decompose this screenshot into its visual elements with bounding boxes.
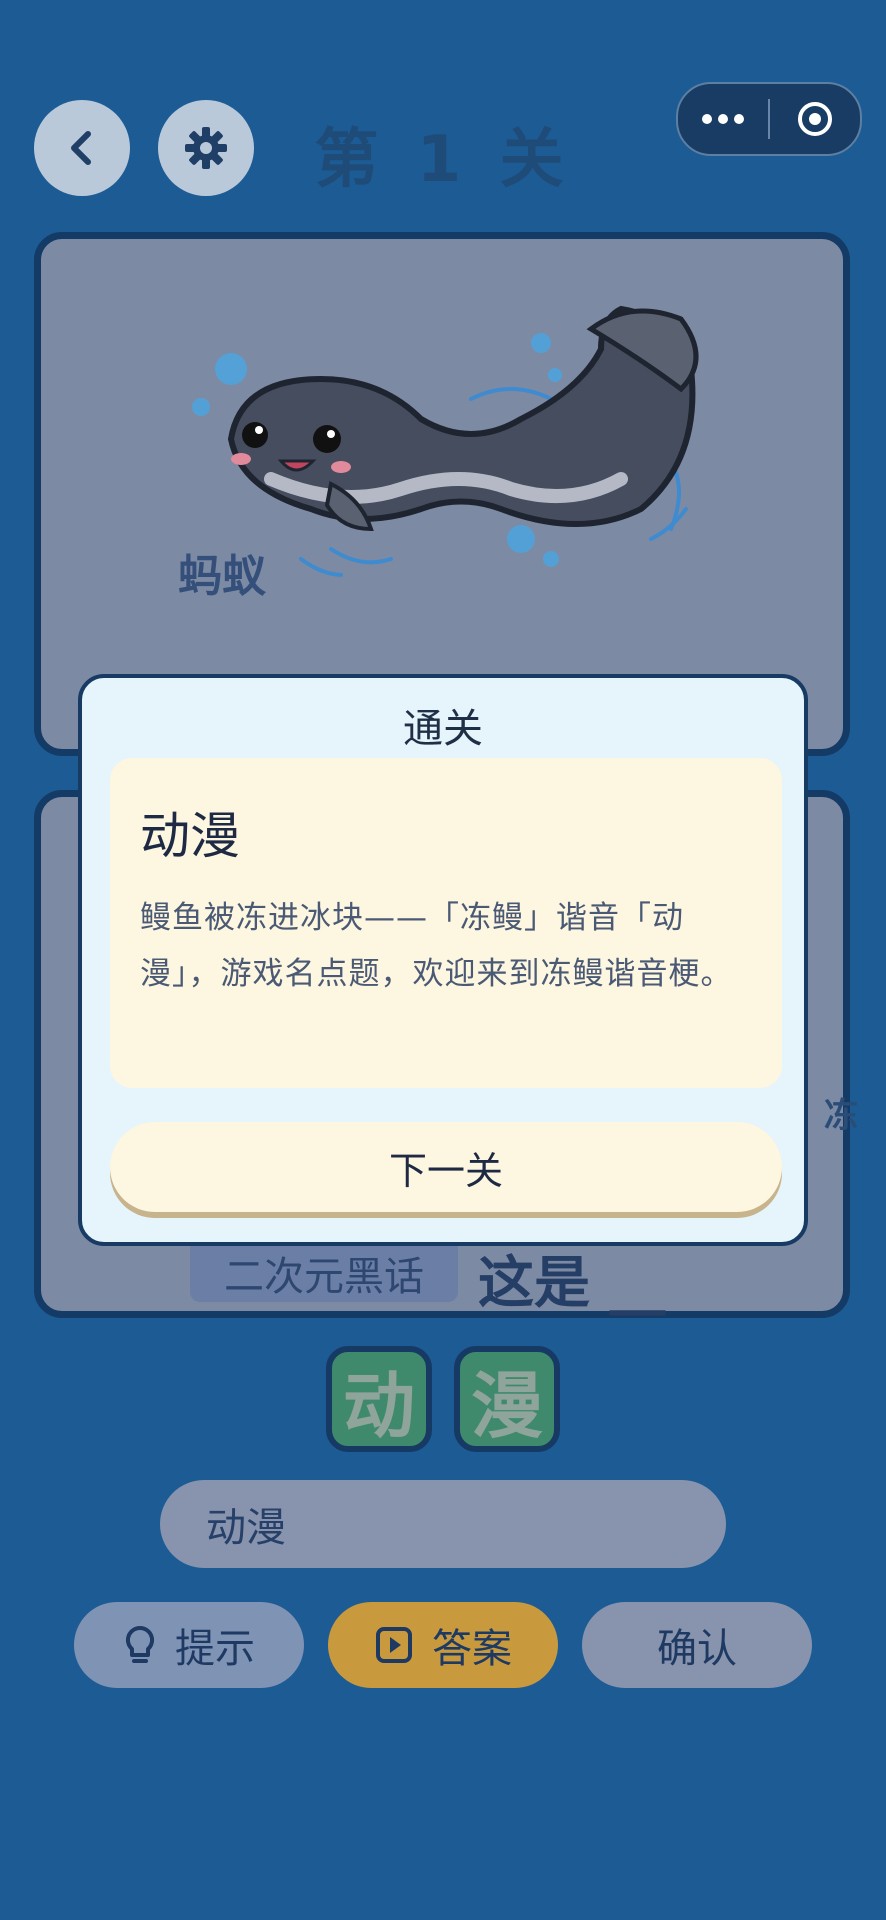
answer-tile-2[interactable]: 漫 [454,1346,560,1452]
answer-label: 答案 [432,1626,512,1672]
next-level-button[interactable]: 下一关 [110,1122,782,1212]
answer-tile-1[interactable]: 动 [326,1346,432,1452]
answer-explanation: 鳗鱼被冻进冰块——「冻鳗」谐音「动漫」，游戏名点题，欢迎来到冻鳗谐音梗。 [140,900,733,992]
target-circle-icon [798,102,832,136]
hint-label: 提示 [175,1626,255,1672]
next-level-label: 下一关 [388,1148,503,1193]
close-miniprogram-button[interactable] [770,84,860,154]
level-complete-dialog: 通关 动漫 鳗鱼被冻进冰块——「冻鳗」谐音「动漫」，游戏名点题，欢迎来到冻鳗谐音… [78,674,808,1246]
answer-button[interactable]: 答案 [328,1602,558,1688]
confirm-button[interactable]: 确认 [582,1602,812,1688]
answer-input[interactable] [160,1480,726,1568]
category-tag: 二次元黑话 [190,1238,458,1302]
correct-answer: 动漫 [140,807,240,865]
miniprogram-capsule [676,82,862,156]
dialog-title: 通关 [403,706,483,752]
confirm-label: 确认 [657,1626,737,1672]
hint-button[interactable]: 提示 [74,1602,304,1688]
more-button[interactable] [678,84,768,154]
question-prompt: 这是 __ [478,1251,666,1316]
eel-illustration [192,305,699,577]
answer-explanation-box: 动漫 鳗鱼被冻进冰块——「冻鳗」谐音「动漫」，游戏名点题，欢迎来到冻鳗谐音梗。 [110,758,782,1088]
side-glyph-right: 冻 [824,1096,858,1136]
category-tag-label: 二次元黑话 [224,1254,424,1300]
more-dots-icon [702,114,744,124]
lightbulb-icon [125,1625,155,1663]
play-video-icon [376,1627,412,1663]
image-caption: 蚂蚁 [178,551,266,602]
